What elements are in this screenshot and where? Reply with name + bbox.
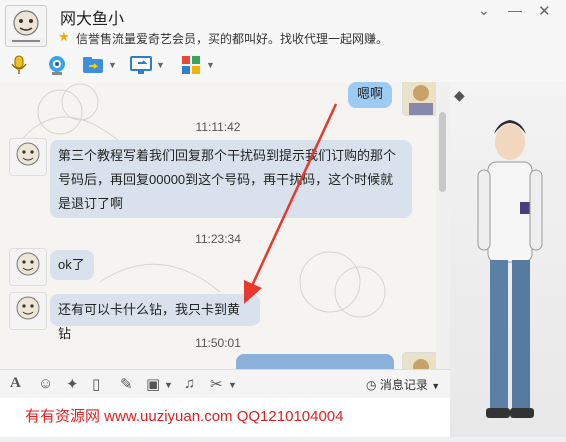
video-call-icon[interactable] [46,54,68,76]
scissors-icon[interactable]: ✂ [210,375,223,393]
contact-signature: 信誉售流量爱奇艺会员，买的都叫好。找收代理一起网赚。 [76,32,389,46]
side-panel: ◆ [450,82,566,437]
minimize-button[interactable]: — [508,2,522,18]
close-button[interactable]: ✕ [538,2,551,20]
clock-icon: ◷ [366,378,377,392]
chevron-down-icon[interactable]: ▼ [156,60,165,70]
magic-icon[interactable]: ✦ [66,375,79,393]
message-area[interactable]: 嗯啊 11:11:42 第三个教程写着我们回复那个干扰码到提示我们订购的那个号码… [0,82,436,369]
font-icon[interactable]: A [10,375,21,392]
apps-icon[interactable] [180,54,202,76]
chevron-down-icon[interactable]: ⌄ [478,2,490,19]
annotation-arrow [244,103,338,304]
contact-name[interactable]: 网大鱼小 [60,5,124,29]
chat-header: 网大鱼小 ★ 信誉售流量爱奇艺会员，买的都叫好。找收代理一起网赚。 ⌄ — ✕ [0,0,566,83]
avatar-show-figure: ◆ [454,87,543,418]
message-history-button[interactable]: ◷ 消息记录 ▼ [366,376,440,393]
chevron-down-icon[interactable]: ▼ [108,60,117,70]
watermark-text: 有有资源网 www.uuziyuan.com QQ1210104004 [25,408,344,425]
gem-icon: ◆ [454,87,465,103]
chevron-down-icon[interactable]: ▼ [206,60,215,70]
edit-icon[interactable]: ✎ [120,375,133,393]
screen-share-icon[interactable] [130,54,152,76]
message-history-label: 消息记录 [379,378,428,392]
emoji-icon[interactable]: ☺ [38,375,53,392]
star-icon: ★ [58,29,70,44]
vibrate-icon[interactable]: ▯ [92,375,100,393]
file-transfer-icon[interactable] [82,54,104,76]
microphone-icon[interactable] [8,54,30,76]
scrollbar[interactable] [436,82,450,369]
contact-avatar[interactable] [5,5,47,47]
scrollbar-thumb[interactable] [439,112,446,192]
chevron-down-icon[interactable]: ▼ [228,380,237,390]
music-icon[interactable]: ♫ [184,375,195,392]
image-icon[interactable]: ▣ [146,375,160,393]
chat-window: 网大鱼小 ★ 信誉售流量爱奇艺会员，买的都叫好。找收代理一起网赚。 ⌄ — ✕ [0,0,566,437]
chevron-down-icon: ▼ [431,381,441,391]
chevron-down-icon[interactable]: ▼ [164,380,173,390]
chat-toolbar: ▼ ▼ ▼ [0,50,440,80]
input-toolbar: A ☺ ✦ ▯ ✎ ▣ ▼ ♫ ✂ ▼ ◷ 消息记录 ▼ [0,369,450,398]
